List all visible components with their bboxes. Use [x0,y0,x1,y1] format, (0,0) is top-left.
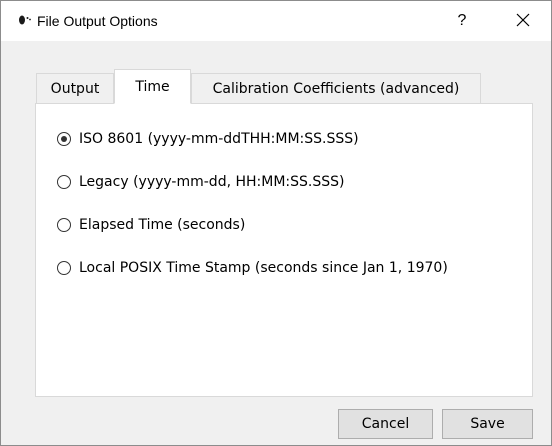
close-button[interactable] [501,5,545,37]
cancel-button[interactable]: Cancel [338,409,433,439]
radio-button[interactable] [57,132,71,146]
tab-calibration-coefficients[interactable]: Calibration Coefficients (advanced) [191,73,481,103]
radio-button[interactable] [57,218,71,232]
file-output-options-dialog: File Output Options ? Output Time Calibr… [0,0,552,446]
app-icon [18,14,32,28]
radio-option-posix-timestamp[interactable]: Local POSIX Time Stamp (seconds since Ja… [57,257,448,279]
save-button[interactable]: Save [442,409,533,439]
tab-output[interactable]: Output [36,73,114,103]
help-button[interactable]: ? [447,7,477,35]
radio-label: Elapsed Time (seconds) [79,217,246,233]
radio-option-elapsed-time[interactable]: Elapsed Time (seconds) [57,214,245,236]
radio-option-legacy[interactable]: Legacy (yyyy-mm-dd, HH:MM:SS.SSS) [57,171,344,193]
tab-time[interactable]: Time [114,69,191,104]
radio-option-iso8601[interactable]: ISO 8601 (yyyy-mm-ddTHH:MM:SS.SSS) [57,128,359,150]
radio-button[interactable] [57,175,71,189]
radio-button[interactable] [57,261,71,275]
title-bar: File Output Options ? [1,1,551,41]
window-title: File Output Options [37,13,158,29]
radio-label: ISO 8601 (yyyy-mm-ddTHH:MM:SS.SSS) [79,131,359,147]
radio-label: Local POSIX Time Stamp (seconds since Ja… [79,260,448,276]
time-tab-panel: ISO 8601 (yyyy-mm-ddTHH:MM:SS.SSS) Legac… [35,103,533,397]
close-icon [516,13,530,30]
radio-label: Legacy (yyyy-mm-dd, HH:MM:SS.SSS) [79,174,345,190]
